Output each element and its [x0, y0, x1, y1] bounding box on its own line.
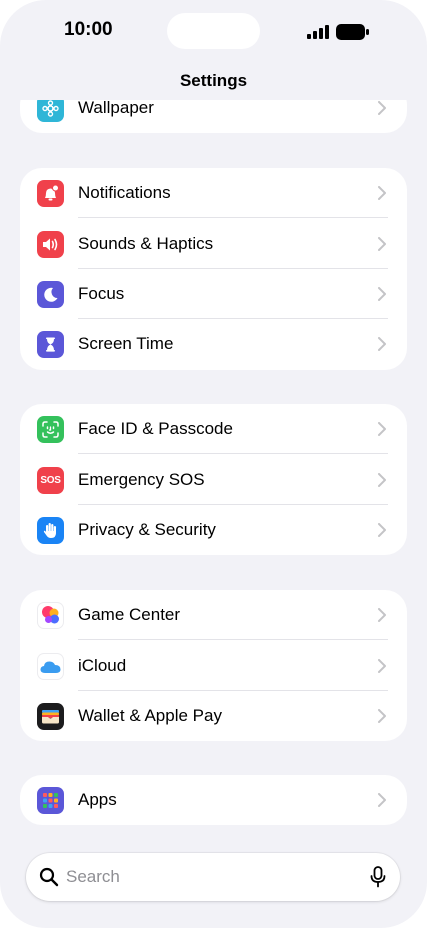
settings-row-label: iCloud	[78, 656, 127, 675]
search-input[interactable]	[66, 863, 356, 891]
settings-row-label: Emergency SOS	[78, 470, 205, 489]
hourglass-icon	[37, 331, 64, 358]
chevron-right-icon	[378, 709, 386, 723]
game-center-icon	[37, 602, 64, 629]
dynamic-island	[167, 13, 260, 49]
settings-row-sounds-haptics[interactable]: Sounds & Haptics	[20, 219, 407, 269]
page-title: Settings	[179, 71, 248, 90]
settings-row-focus[interactable]: Focus	[20, 269, 407, 319]
chevron-right-icon	[378, 237, 386, 251]
cellular-signal-icon	[307, 25, 329, 39]
chevron-right-icon	[378, 337, 386, 351]
settings-row-wallet[interactable]: Wallet & Apple Pay	[20, 691, 407, 741]
battery-icon	[336, 24, 369, 40]
settings-row-label: Screen Time	[78, 334, 174, 353]
chevron-right-icon	[378, 659, 386, 673]
settings-row-game-center[interactable]: Game Center	[20, 590, 407, 640]
hand-icon	[37, 517, 64, 544]
phone-screen: 10:00 Settings Wallpaper Notifications S…	[0, 0, 427, 928]
settings-list[interactable]: Wallpaper Notifications Sounds & Haptics…	[0, 100, 427, 845]
chevron-right-icon	[378, 101, 386, 115]
search-bar[interactable]	[26, 853, 400, 901]
settings-row-face-id[interactable]: Face ID & Passcode	[20, 404, 407, 454]
search-icon	[39, 867, 59, 887]
settings-group-apps: Apps	[20, 775, 407, 825]
row-divider	[78, 217, 388, 218]
settings-row-label: Sounds & Haptics	[78, 234, 214, 253]
sos-icon: SOS	[37, 467, 64, 494]
face-id-icon	[37, 416, 64, 443]
speaker-icon	[37, 231, 64, 258]
chevron-right-icon	[378, 608, 386, 622]
settings-row-emergency-sos[interactable]: SOS Emergency SOS	[20, 455, 407, 505]
chevron-right-icon	[378, 523, 386, 537]
wallpaper-icon	[37, 100, 64, 122]
settings-row-privacy-security[interactable]: Privacy & Security	[20, 505, 407, 555]
settings-row-label: Face ID & Passcode	[78, 419, 233, 438]
settings-row-label: Wallet & Apple Pay	[78, 706, 222, 725]
settings-row-icloud[interactable]: iCloud	[20, 641, 407, 691]
icloud-icon	[37, 653, 64, 680]
settings-row-label: Privacy & Security	[78, 520, 216, 539]
settings-row-notifications[interactable]: Notifications	[20, 168, 407, 218]
chevron-right-icon	[378, 793, 386, 807]
settings-row-label: Game Center	[78, 605, 181, 624]
row-divider	[78, 453, 388, 454]
settings-group-wallpaper: Wallpaper	[20, 100, 407, 133]
settings-group-notifications: Notifications Sounds & Haptics Focus Scr…	[20, 168, 407, 370]
wallet-icon	[37, 703, 64, 730]
row-divider	[78, 639, 388, 640]
settings-row-wallpaper[interactable]: Wallpaper	[20, 100, 407, 133]
settings-row-apps[interactable]: Apps	[20, 775, 407, 825]
chevron-right-icon	[378, 473, 386, 487]
settings-row-label: Focus	[78, 284, 125, 303]
settings-row-label: Wallpaper	[78, 100, 154, 117]
chevron-right-icon	[378, 186, 386, 200]
moon-icon	[37, 281, 64, 308]
settings-group-services: Game Center iCloud Wallet & Apple Pay	[20, 590, 407, 741]
chevron-right-icon	[378, 422, 386, 436]
status-time: 10:00	[64, 19, 113, 40]
settings-row-label: Apps	[78, 790, 117, 809]
notifications-icon	[37, 180, 64, 207]
settings-row-screen-time[interactable]: Screen Time	[20, 319, 407, 369]
microphone-icon[interactable]	[370, 866, 386, 888]
chevron-right-icon	[378, 287, 386, 301]
apps-icon	[37, 787, 64, 814]
settings-group-security: Face ID & Passcode SOS Emergency SOS Pri…	[20, 404, 407, 555]
settings-row-label: Notifications	[78, 183, 171, 202]
